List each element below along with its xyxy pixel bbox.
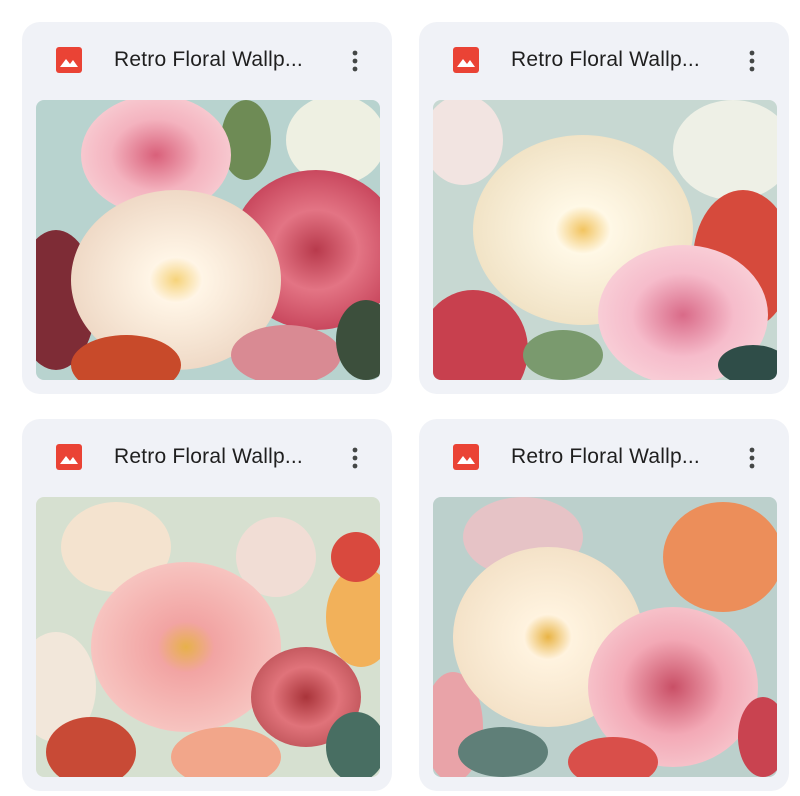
image-thumbnail[interactable] [433, 100, 777, 380]
more-options-button[interactable] [340, 443, 370, 473]
file-card-header: Retro Floral Wallp... [419, 419, 789, 497]
image-file-icon [56, 47, 82, 73]
file-title: Retro Floral Wallp... [114, 445, 303, 468]
more-options-button[interactable] [340, 46, 370, 76]
file-card[interactable]: Retro Floral Wallp... [419, 22, 789, 394]
more-vert-icon [352, 50, 358, 72]
image-file-icon [453, 444, 479, 470]
image-thumbnail[interactable] [433, 497, 777, 777]
file-card-header: Retro Floral Wallp... [22, 22, 392, 100]
file-card[interactable]: Retro Floral Wallp... [22, 22, 392, 394]
file-title: Retro Floral Wallp... [114, 48, 303, 71]
image-file-icon [56, 444, 82, 470]
more-vert-icon [352, 447, 358, 469]
more-options-button[interactable] [737, 46, 767, 76]
file-card[interactable]: Retro Floral Wallp... [22, 419, 392, 791]
file-title: Retro Floral Wallp... [511, 48, 700, 71]
image-thumbnail[interactable] [36, 100, 380, 380]
more-vert-icon [749, 447, 755, 469]
image-thumbnail[interactable] [36, 497, 380, 777]
more-options-button[interactable] [737, 443, 767, 473]
image-file-icon [453, 47, 479, 73]
file-card-header: Retro Floral Wallp... [22, 419, 392, 497]
file-title: Retro Floral Wallp... [511, 445, 700, 468]
file-card-header: Retro Floral Wallp... [419, 22, 789, 100]
more-vert-icon [749, 50, 755, 72]
file-card[interactable]: Retro Floral Wallp... [419, 419, 789, 791]
